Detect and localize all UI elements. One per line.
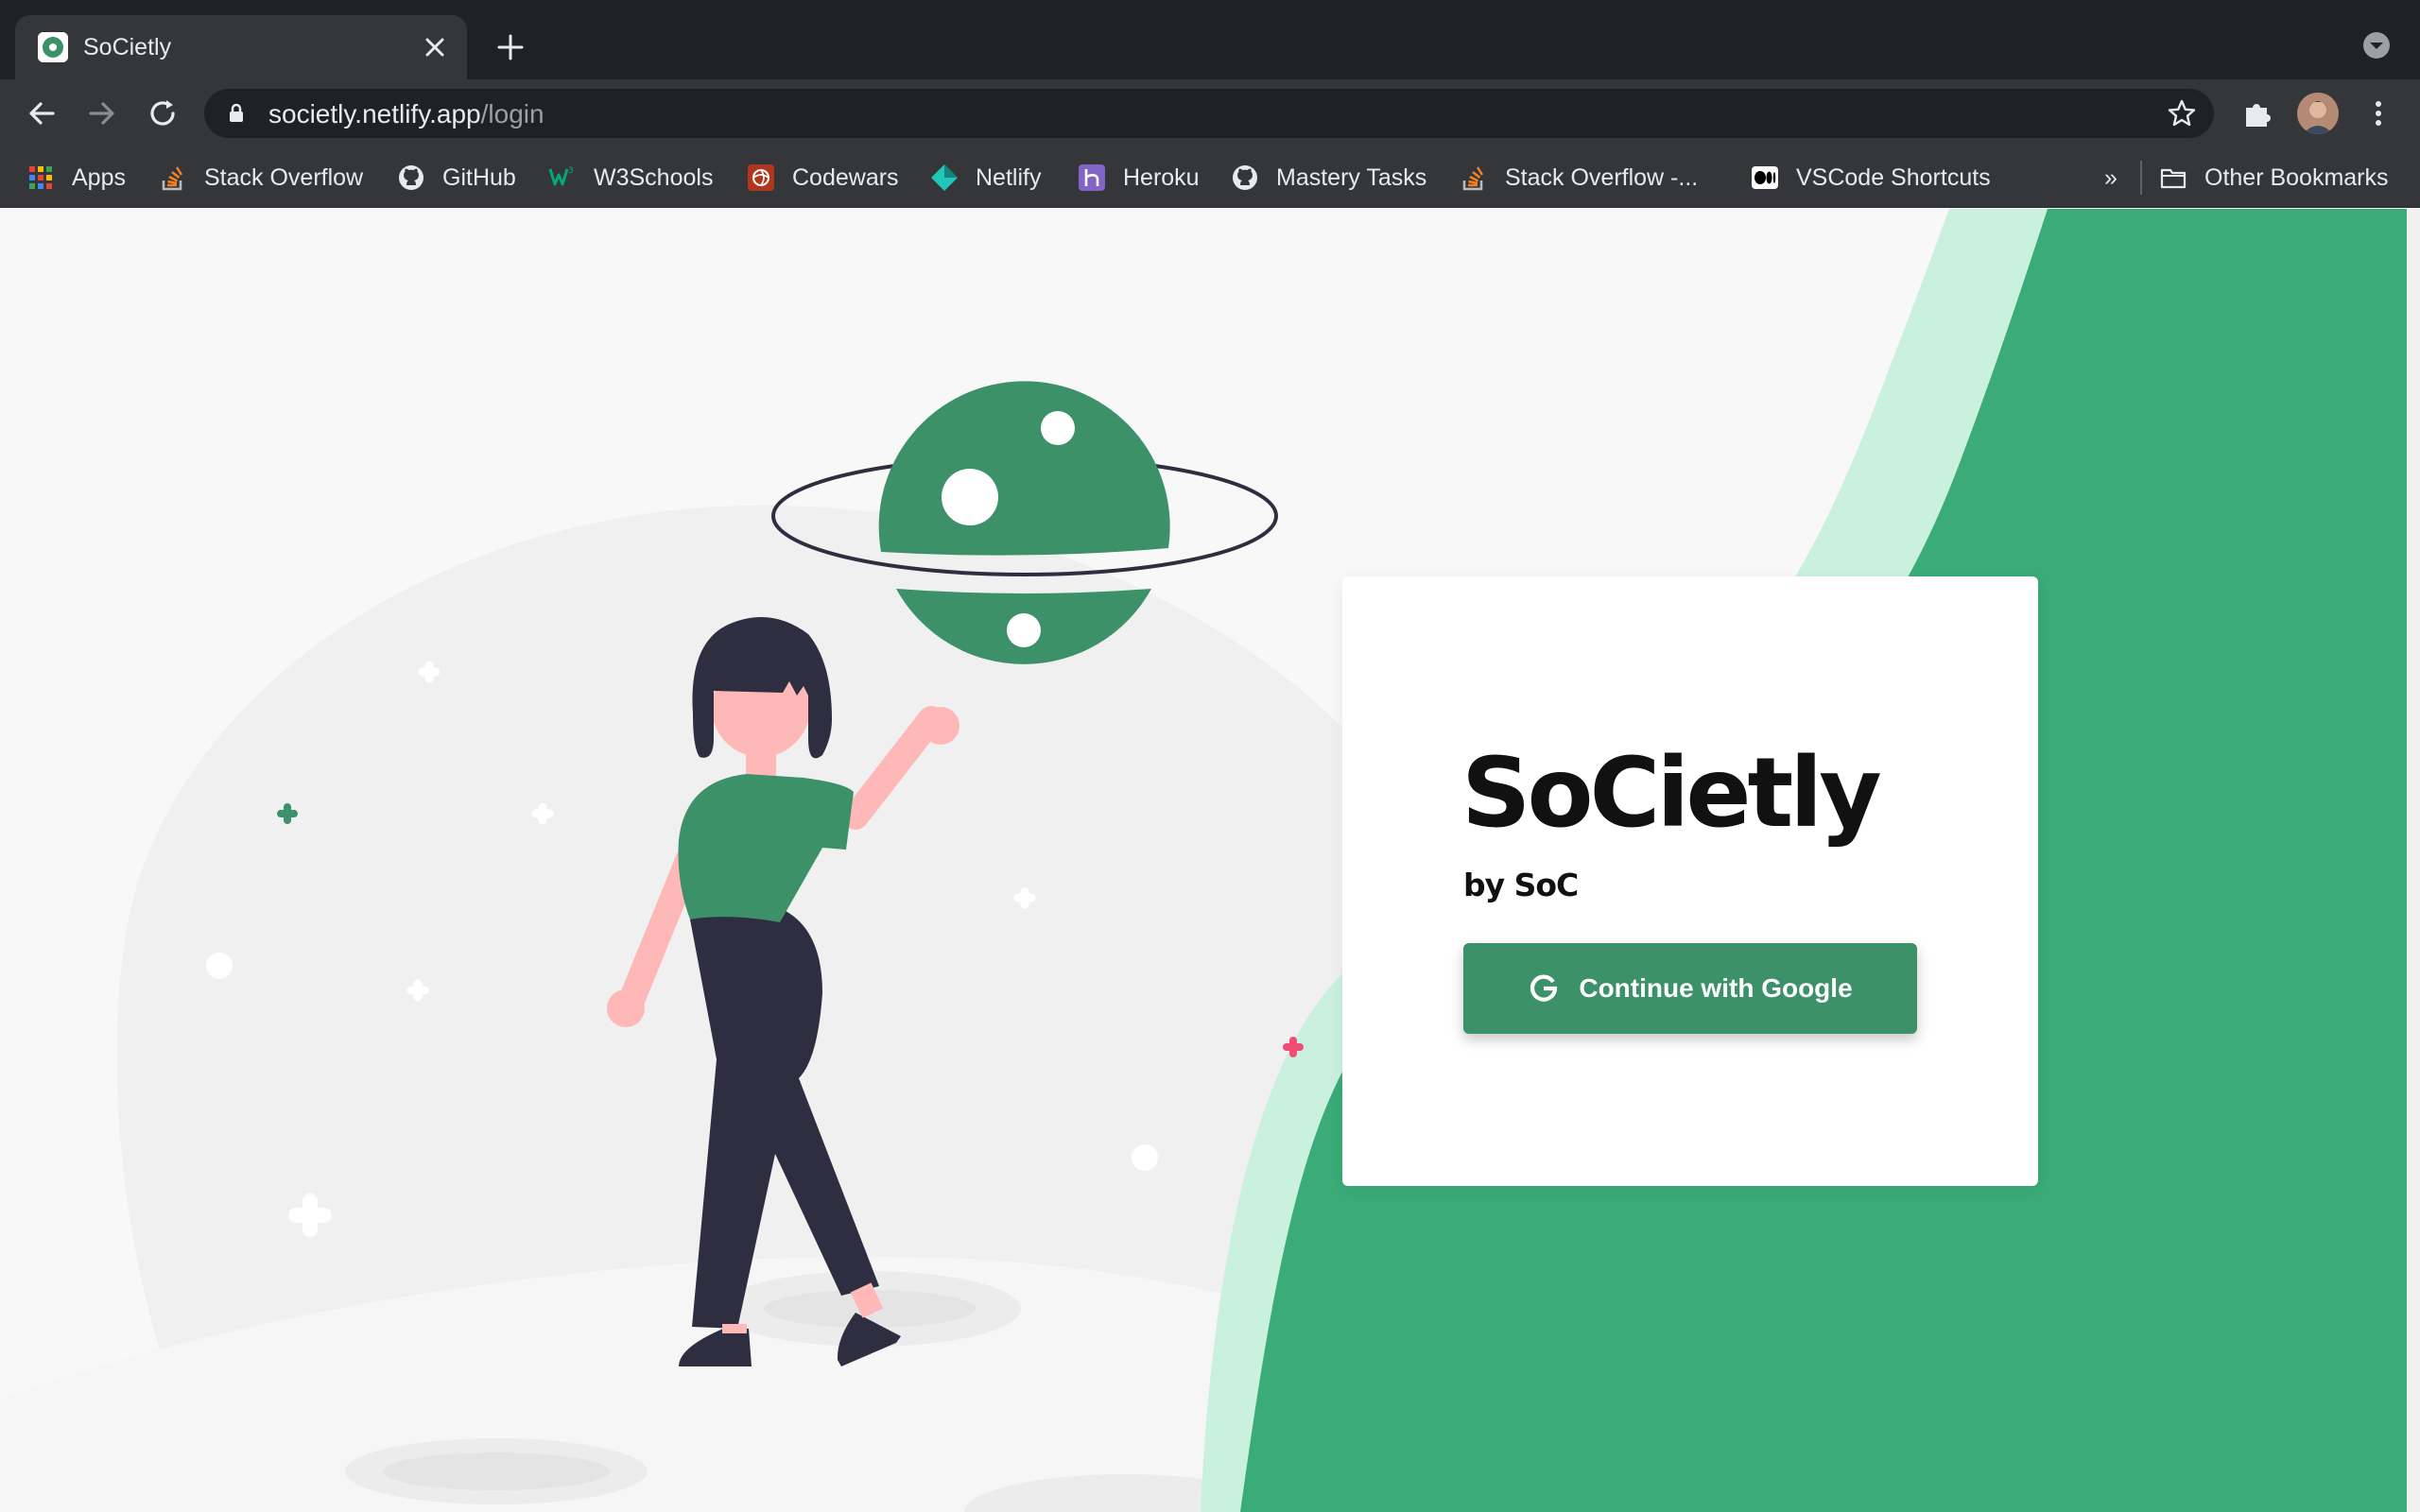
bookmark-label: Other Bookmarks <box>2204 163 2389 191</box>
url-path: /login <box>480 99 544 129</box>
star-dot <box>206 953 233 979</box>
continue-with-google-button[interactable]: Continue with Google <box>1463 943 1917 1034</box>
bookmark-star-icon[interactable] <box>2167 98 2197 129</box>
bookmark-apps[interactable]: Apps <box>26 161 126 195</box>
planet-top <box>878 381 1170 556</box>
bookmark-label: Apps <box>72 163 126 191</box>
bookmark-github[interactable]: GitHub <box>397 161 516 195</box>
bookmark-codewars[interactable]: Codewars <box>747 161 899 195</box>
bookmark-label: Heroku <box>1123 163 1200 191</box>
bookmark-label: Stack Overflow <box>204 163 364 191</box>
reload-icon[interactable] <box>144 94 182 132</box>
bookmark-vscode-shortcuts[interactable]: VSCode Shortcuts <box>1751 161 1991 195</box>
svg-text:3: 3 <box>568 166 574 176</box>
tab-close-icon[interactable] <box>418 30 452 64</box>
url-host: societly.netlify.app <box>268 99 481 129</box>
new-tab-plus-icon[interactable] <box>492 28 529 66</box>
page-scrollbar[interactable] <box>2407 209 2420 1512</box>
tab-search-chevron-icon[interactable] <box>2361 30 2392 60</box>
bookmark-label: Mastery Tasks <box>1276 163 1427 191</box>
medium-icon <box>1752 166 1778 189</box>
stackoverflow-icon <box>162 166 183 191</box>
google-g-icon <box>1530 974 1558 1002</box>
brand-subtitle: by SoC <box>1463 867 1579 903</box>
bookmark-label: GitHub <box>442 163 516 191</box>
bookmark-heroku[interactable]: Heroku <box>1078 161 1200 195</box>
bookmarks-overflow-chevron[interactable]: » <box>2104 161 2118 195</box>
login-card: SoCietly by SoC Continue with Google <box>1342 576 2038 1186</box>
back-arrow-icon[interactable] <box>23 94 60 132</box>
folder-icon <box>2160 168 2187 189</box>
planet-crater <box>942 469 998 525</box>
tab-title: SoCietly <box>83 34 172 60</box>
bookmarks-divider <box>2140 161 2142 195</box>
browser-menu-kebab-icon[interactable] <box>2360 94 2397 132</box>
stackoverflow-icon <box>1462 166 1484 191</box>
tab-societly[interactable]: SoCietly <box>15 15 467 79</box>
login-page: SoCietly by SoC Continue with Google <box>0 209 2420 1512</box>
bookmark-label: VSCode Shortcuts <box>1796 163 1991 191</box>
bookmark-mastery-tasks[interactable]: Mastery Tasks <box>1231 161 1426 195</box>
bookmark-label: Stack Overflow -... <box>1505 163 1699 191</box>
bookmark-netlify[interactable]: Netlify <box>930 161 1041 195</box>
w3schools-icon: 3 <box>548 166 574 186</box>
apps-grid-icon <box>29 166 52 189</box>
star-dot <box>1132 1144 1158 1171</box>
crater-shadow <box>383 1452 610 1490</box>
planet-crater <box>1007 613 1041 647</box>
extensions-puzzle-icon[interactable] <box>2238 94 2276 132</box>
forward-arrow-icon[interactable] <box>83 94 121 132</box>
browser-toolbar: societly.netlify.app/login <box>0 79 2420 147</box>
github-icon <box>399 165 424 190</box>
github-icon <box>1233 165 1257 190</box>
bookmark-label: W3Schools <box>594 163 714 191</box>
bookmark-label: Codewars <box>792 163 899 191</box>
codewars-icon <box>748 164 774 191</box>
browser-window: SoCietly societly.netlify.app/login Apps… <box>0 0 2420 1512</box>
bookmark-stack-overflow[interactable]: Stack Overflow <box>159 161 363 195</box>
planet-crater <box>1041 411 1075 445</box>
url-text[interactable]: societly.netlify.app/login <box>268 100 544 129</box>
lock-icon[interactable] <box>225 102 248 125</box>
google-button-label: Continue with Google <box>1579 973 1853 1003</box>
brand-logo-text: SoCietly <box>1461 737 1882 850</box>
tab-bar: SoCietly <box>0 0 2420 79</box>
bookmark-w3schools[interactable]: 3 W3Schools <box>548 161 713 195</box>
bookmark-other-bookmarks[interactable]: Other Bookmarks <box>2159 161 2389 195</box>
bookmarks-bar: Apps Stack Overflow GitHub 3 W3Schools C… <box>0 147 2420 208</box>
bookmark-stack-overflow-2[interactable]: Stack Overflow -... <box>1460 161 1698 195</box>
profile-avatar[interactable] <box>2297 93 2339 134</box>
bookmark-label: Netlify <box>976 163 1042 191</box>
bookmarks-overflow-label: » <box>2104 163 2118 191</box>
heroku-icon <box>1079 164 1105 191</box>
address-bar[interactable]: societly.netlify.app/login <box>204 89 2214 138</box>
societly-favicon-icon <box>38 32 68 62</box>
netlify-icon <box>931 164 958 191</box>
page-illustration <box>0 209 2420 1512</box>
